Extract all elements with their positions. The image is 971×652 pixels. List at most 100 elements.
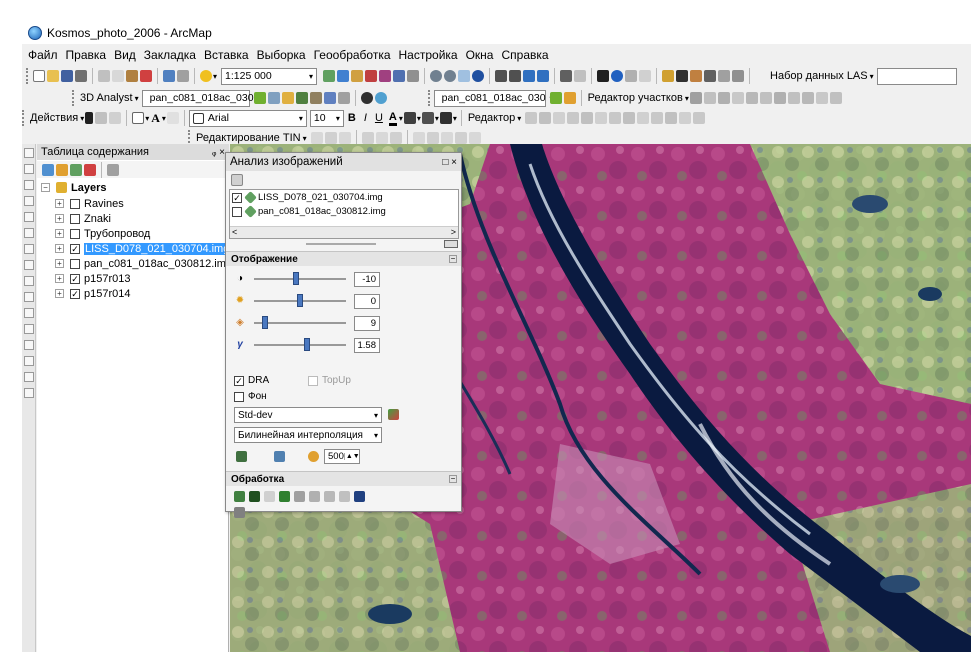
parcel-tool-icon[interactable]	[731, 92, 744, 104]
marker-color-icon[interactable]	[439, 112, 452, 124]
edit-tool-icon[interactable]	[595, 112, 608, 124]
display-section-header[interactable]: Отображение −	[226, 251, 461, 266]
topup-checkbox[interactable]: TopUp	[308, 375, 351, 386]
layer-visibility-checkbox[interactable]	[70, 228, 80, 239]
toc-pin-close[interactable]: ᵩ ×	[212, 147, 225, 158]
hyperlink-icon[interactable]	[625, 70, 638, 82]
chevron-down-icon[interactable]: ▾	[517, 114, 521, 123]
chevron-down-icon[interactable]: ▾	[435, 114, 439, 123]
select-elements-icon[interactable]	[85, 112, 94, 124]
save-icon[interactable]	[61, 70, 73, 82]
scroll-right-icon[interactable]: >	[451, 227, 456, 237]
parcel-tool-icon[interactable]	[759, 92, 772, 104]
panel-titlebar[interactable]: Анализ изображений □ ×	[226, 153, 461, 171]
layer-visibility-checkbox[interactable]	[70, 213, 80, 224]
menu-customize[interactable]: Настройка	[399, 48, 458, 62]
toc-layer-row[interactable]: + ✓ LISS_D078_021_030704.img	[55, 241, 231, 256]
panel-layer-row[interactable]: pan_c081_018ac_030812.img	[232, 205, 386, 218]
cut-icon[interactable]	[98, 70, 110, 82]
chevron-down-icon[interactable]: ▾	[145, 114, 149, 123]
parcel-tool-icon[interactable]	[703, 92, 716, 104]
layers-root[interactable]: − Layers	[41, 180, 106, 195]
chevron-down-icon[interactable]: ▾	[213, 72, 217, 81]
tool-icon[interactable]	[24, 228, 34, 238]
rectangle-icon[interactable]	[132, 112, 145, 124]
parcel-tool-icon[interactable]	[787, 92, 800, 104]
expand-icon[interactable]: +	[55, 289, 64, 298]
collapse-icon[interactable]: −	[41, 183, 50, 192]
clip-raster-icon[interactable]	[249, 491, 260, 502]
contrast-slider[interactable]	[254, 272, 346, 285]
transparency-value-box[interactable]: 9	[354, 315, 380, 331]
tool-icon[interactable]	[24, 356, 34, 366]
layer-visibility-checkbox[interactable]: ✓	[70, 273, 80, 284]
spinner-arrows-icon[interactable]: ▲▼	[343, 453, 361, 460]
measure-icon[interactable]	[662, 70, 675, 82]
redo-icon[interactable]	[177, 70, 189, 82]
tool-icon[interactable]	[24, 276, 34, 286]
python-icon[interactable]	[393, 70, 406, 82]
interpolate-point-icon[interactable]	[309, 92, 322, 104]
arctoolbox-icon[interactable]	[379, 70, 392, 82]
italic-button[interactable]: I	[364, 112, 367, 124]
menu-help[interactable]: Справка	[501, 48, 548, 62]
options-icon[interactable]	[234, 507, 245, 518]
processing-section-header[interactable]: Обработка −	[226, 471, 461, 486]
find-route-icon[interactable]	[690, 70, 703, 82]
new-icon[interactable]	[33, 70, 45, 82]
scroll-left-icon[interactable]: <	[232, 227, 237, 237]
menu-insert[interactable]: Вставка	[204, 48, 249, 62]
toc-layer-row[interactable]: + ✓ p157r013	[55, 271, 131, 286]
layer-visibility-checkbox[interactable]: ✓	[70, 288, 80, 299]
slider-thumb[interactable]	[297, 294, 303, 307]
clip-icon[interactable]	[274, 451, 285, 462]
steepest-path-icon[interactable]	[267, 92, 280, 104]
tin-tool-icon[interactable]	[389, 132, 402, 144]
add-function-icon[interactable]	[234, 491, 245, 502]
stretch-dropdown[interactable]: Std-dev ▾	[234, 407, 382, 423]
tool-icon[interactable]	[24, 180, 34, 190]
expand-icon[interactable]: +	[55, 229, 64, 238]
arcglobe-icon[interactable]	[374, 92, 387, 104]
chevron-down-icon[interactable]: ▾	[685, 94, 689, 103]
bold-button[interactable]: B	[348, 112, 356, 124]
layer-visibility-checkbox[interactable]	[70, 198, 80, 209]
parcel-tool-icon[interactable]	[773, 92, 786, 104]
interpolate-line-icon[interactable]	[295, 92, 308, 104]
panel-options-icon[interactable]	[231, 174, 243, 186]
edit-tool-icon[interactable]	[539, 112, 552, 124]
panel-close-button[interactable]: □ ×	[442, 157, 457, 168]
collapse-icon[interactable]: −	[449, 475, 457, 483]
menu-view[interactable]: Вид	[114, 48, 136, 62]
font-combo[interactable]: Arial ▾	[188, 109, 307, 127]
list-by-selection-icon[interactable]	[84, 163, 96, 176]
print-icon[interactable]	[75, 70, 87, 82]
chevron-down-icon[interactable]: ▾	[162, 114, 166, 123]
underline-button[interactable]: U	[375, 112, 383, 124]
panel-layer-checkbox[interactable]	[232, 206, 242, 217]
orthorectify-icon[interactable]	[324, 491, 335, 502]
rotate-icon[interactable]	[95, 112, 108, 124]
swipe-icon[interactable]	[563, 92, 576, 104]
search-window-icon[interactable]	[365, 70, 378, 82]
parcel-tool-icon[interactable]	[815, 92, 828, 104]
tool-icon[interactable]	[24, 388, 34, 398]
tin-tool-icon[interactable]	[338, 132, 351, 144]
model-builder-icon[interactable]	[407, 70, 420, 82]
tin-tool-icon[interactable]	[468, 132, 481, 144]
undo-icon[interactable]	[163, 70, 175, 82]
chevron-down-icon[interactable]: ▾	[399, 114, 403, 123]
chevron-down-icon[interactable]: ▾	[417, 114, 421, 123]
profile-graph-icon[interactable]	[337, 92, 350, 104]
mosaic-icon[interactable]	[294, 491, 305, 502]
select-features-icon[interactable]	[560, 70, 573, 82]
scale-combo[interactable]: 1:125 000 ▾	[221, 67, 318, 85]
histogram-icon[interactable]	[549, 92, 562, 104]
mask-icon[interactable]	[264, 491, 275, 502]
edit-tool-icon[interactable]	[581, 112, 594, 124]
zoom-whole-page-icon[interactable]	[109, 112, 122, 124]
background-checkbox-box[interactable]	[234, 391, 244, 402]
list-by-source-icon[interactable]	[56, 163, 68, 176]
expand-icon[interactable]: +	[55, 244, 64, 253]
3d-analyst-menu[interactable]: 3D Analyst	[78, 92, 135, 104]
